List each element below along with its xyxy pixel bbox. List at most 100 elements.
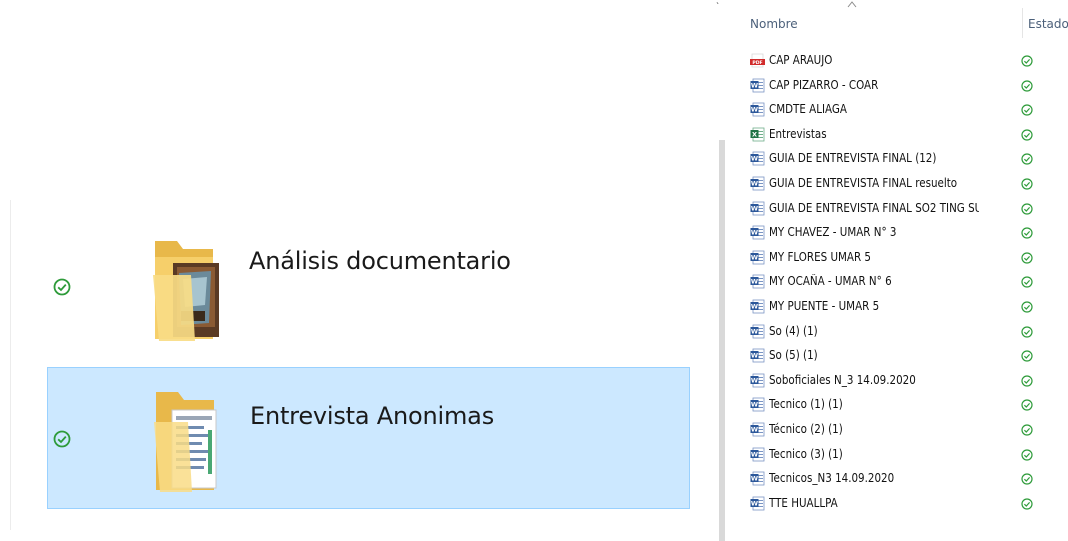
details-view: Nombre Estado PDF CAP ARAUJO W CAP PIZARRO …	[740, 0, 1068, 541]
file-row[interactable]: W Técnico (2) (1)	[750, 418, 1068, 443]
svg-text:W: W	[751, 180, 758, 188]
file-name: GUIA DE ENTREVISTA FINAL resuelto	[769, 175, 958, 190]
sync-check-icon	[1021, 79, 1033, 92]
sync-check-icon	[1021, 152, 1033, 165]
file-name: GUIA DE ENTREVISTA FINAL SO2 TING SU...	[769, 200, 979, 215]
folder-name: Análisis documentario	[249, 247, 511, 275]
scroll-up-arrow-icon[interactable]: ˋ	[716, 2, 719, 13]
file-row[interactable]: W MY OCAÑA - UMAR N° 6	[750, 270, 1068, 295]
word-document-icon: W	[750, 471, 765, 486]
file-name: CMDTE ALIAGA	[769, 102, 847, 117]
svg-text:W: W	[751, 253, 758, 261]
word-document-icon: W	[750, 78, 765, 93]
file-row[interactable]: W Tecnico (3) (1)	[750, 443, 1068, 468]
folder-name: Entrevista Anonimas	[250, 402, 494, 430]
word-document-icon: W	[750, 225, 765, 240]
svg-text:X: X	[752, 130, 757, 138]
folder-with-book-icon	[153, 241, 219, 341]
column-header-name[interactable]: Nombre	[750, 17, 798, 31]
file-row[interactable]: W Tecnicos_N3 14.09.2020	[750, 467, 1068, 492]
file-name: Tecnico (1) (1)	[769, 397, 843, 412]
file-row[interactable]: W GUIA DE ENTREVISTA FINAL SO2 TING SU...	[750, 197, 1068, 222]
file-name: MY OCAÑA - UMAR N° 6	[769, 274, 892, 289]
word-document-icon: W	[750, 324, 765, 339]
file-name: GUIA DE ENTREVISTA FINAL (12)	[769, 151, 937, 166]
file-row[interactable]: PDF CAP ARAUJO	[750, 49, 1068, 74]
file-name: Tecnico (3) (1)	[769, 446, 843, 461]
sync-check-icon	[1021, 54, 1033, 67]
svg-text:W: W	[751, 352, 758, 360]
sync-check-icon	[1021, 398, 1033, 411]
file-row[interactable]: X Entrevistas	[750, 123, 1068, 148]
word-document-icon: W	[750, 102, 765, 117]
word-document-icon: W	[750, 250, 765, 265]
sync-check-icon	[1021, 349, 1033, 362]
svg-text:W: W	[751, 499, 758, 507]
svg-text:W: W	[751, 204, 758, 212]
sync-check-icon	[1021, 177, 1033, 190]
file-name: TTE HUALLPA	[769, 495, 838, 510]
folder-item-entrevista-anonimas[interactable]: Entrevista Anonimas	[47, 367, 690, 509]
file-row[interactable]: W GUIA DE ENTREVISTA FINAL resuelto	[750, 172, 1068, 197]
sync-check-icon	[1021, 275, 1033, 288]
word-document-icon: W	[750, 348, 765, 363]
large-icons-view: Análisis documentario Entrevista Anonima…	[0, 0, 700, 541]
folder-with-documents-icon	[154, 392, 217, 492]
file-name: So (5) (1)	[769, 348, 818, 363]
word-document-icon: W	[750, 299, 765, 314]
file-row[interactable]: W TTE HUALLPA	[750, 492, 1068, 517]
svg-text:W: W	[751, 303, 758, 311]
file-row[interactable]: W MY FLORES UMAR 5	[750, 246, 1068, 271]
file-name: MY FLORES UMAR 5	[769, 249, 871, 264]
file-row[interactable]: W CAP PIZARRO - COAR	[750, 74, 1068, 99]
svg-text:W: W	[751, 426, 758, 434]
svg-text:W: W	[751, 106, 758, 114]
sync-check-icon	[1021, 423, 1033, 436]
file-row[interactable]: W So (4) (1)	[750, 320, 1068, 345]
svg-text:W: W	[751, 278, 758, 286]
svg-text:W: W	[751, 327, 758, 335]
sync-check-icon	[1021, 374, 1033, 387]
file-name: CAP ARAUJO	[769, 53, 833, 67]
sync-check-icon	[1021, 300, 1033, 313]
sync-check-icon	[1021, 472, 1033, 485]
sync-check-icon	[1021, 251, 1033, 264]
scrollbar-thumb[interactable]	[719, 140, 725, 541]
excel-spreadsheet-icon: X	[750, 127, 765, 142]
file-list: PDF CAP ARAUJO W CAP PIZARRO - COAR W CMDTE A…	[750, 49, 1068, 516]
sync-check-icon	[1021, 202, 1033, 215]
word-document-icon: W	[750, 496, 765, 511]
sync-check-icon	[1021, 226, 1033, 239]
word-document-icon: W	[750, 397, 765, 412]
word-document-icon: W	[750, 274, 765, 289]
sync-check-icon	[53, 430, 71, 448]
sort-ascending-icon	[847, 1, 857, 8]
pane-edge	[10, 200, 11, 530]
file-name: MY PUENTE - UMAR 5	[769, 298, 880, 313]
column-header-status[interactable]: Estado	[1028, 17, 1068, 31]
file-row[interactable]: W Soboficiales N_3 14.09.2020	[750, 369, 1068, 394]
file-row[interactable]: W Tecnico (1) (1)	[750, 393, 1068, 418]
svg-text:PDF: PDF	[752, 60, 762, 66]
svg-text:W: W	[751, 229, 758, 237]
word-document-icon: W	[750, 447, 765, 462]
sync-check-icon	[1021, 128, 1033, 141]
file-row[interactable]: W CMDTE ALIAGA	[750, 98, 1068, 123]
svg-text:W: W	[751, 450, 758, 458]
svg-text:W: W	[751, 475, 758, 483]
folder-item-analisis-documentario[interactable]: Análisis documentario	[47, 215, 690, 357]
word-document-icon: W	[750, 201, 765, 216]
file-name: Soboficiales N_3 14.09.2020	[769, 372, 916, 387]
word-document-icon: W	[750, 176, 765, 191]
sync-check-icon	[1021, 448, 1033, 461]
svg-text:W: W	[751, 81, 758, 89]
file-row[interactable]: W So (5) (1)	[750, 344, 1068, 369]
word-document-icon: W	[750, 422, 765, 437]
svg-text:W: W	[751, 401, 758, 409]
file-row[interactable]: W MY PUENTE - UMAR 5	[750, 295, 1068, 320]
file-row[interactable]: W MY CHAVEZ - UMAR N° 3	[750, 221, 1068, 246]
column-divider[interactable]	[1022, 8, 1023, 38]
file-row[interactable]: W GUIA DE ENTREVISTA FINAL (12)	[750, 147, 1068, 172]
word-document-icon: W	[750, 151, 765, 166]
svg-text:W: W	[751, 155, 758, 163]
